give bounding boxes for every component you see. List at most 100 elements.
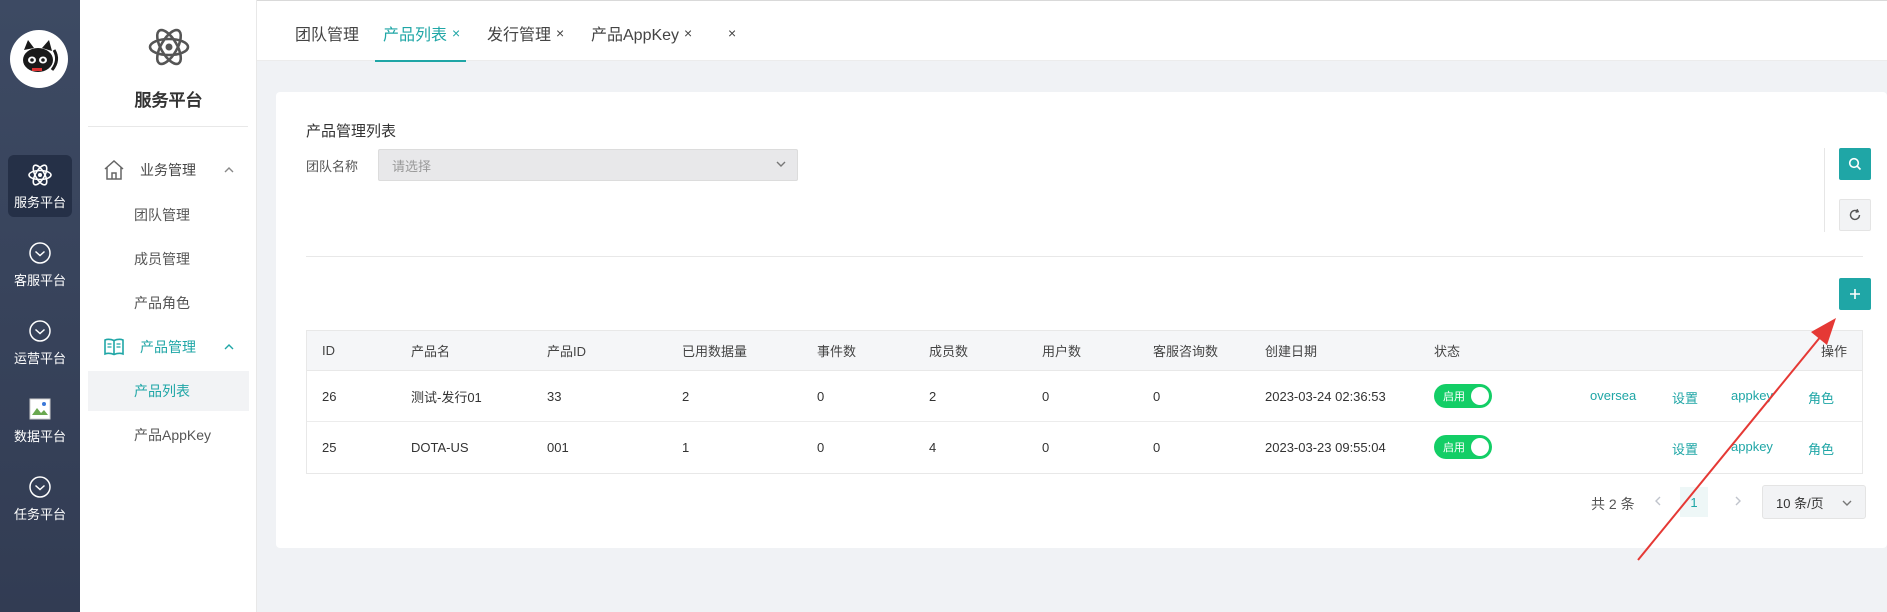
tab-team[interactable]: 团队管理 [295, 4, 359, 61]
sidebar-item-members[interactable]: 成员管理 [88, 239, 249, 279]
add-product-button[interactable] [1839, 278, 1871, 310]
rail-item-label: 运营平台 [13, 350, 66, 366]
appkey-link[interactable]: appkey [1731, 388, 1773, 403]
app-logo[interactable] [10, 30, 68, 88]
rail-item-label: 客服平台 [13, 272, 66, 288]
tab-label: 产品AppKey [591, 26, 680, 44]
cell-users: 0 [1042, 440, 1050, 455]
team-select[interactable]: 请选择 [378, 149, 798, 181]
sidebar-item-team[interactable]: 团队管理 [88, 195, 249, 235]
page-title: 产品管理列表 [306, 123, 397, 140]
column-header: 客服咨询数 [1153, 344, 1219, 359]
rail-item-label: 服务平台 [13, 194, 66, 210]
close-icon[interactable]: × [684, 25, 692, 41]
cell-members: 4 [929, 440, 937, 455]
close-icon[interactable]: × [556, 25, 564, 41]
chevron-circle-icon [27, 474, 53, 500]
oversea-link[interactable]: oversea [1590, 388, 1636, 403]
divider [1824, 148, 1825, 232]
platform-rail: 服务平台 客服平台 运营平台 数据平台 任务平台 [0, 0, 80, 612]
content-card: 产品管理列表 团队名称 请选择 ID 产品名 产品ID 已用数据量 事件数 成员… [276, 92, 1887, 548]
cell-id: 25 [322, 440, 337, 455]
rail-item-label: 任务平台 [13, 506, 66, 522]
chevron-down-icon [1841, 497, 1853, 512]
cell-product-id: 33 [547, 388, 562, 404]
settings-link[interactable]: 设置 [1672, 388, 1698, 407]
cell-used: 1 [682, 440, 690, 455]
tab-bar: 团队管理 产品列表 × 发行管理 × 产品AppKey × × [257, 4, 1887, 62]
search-button[interactable] [1839, 148, 1871, 180]
rail-item-data[interactable]: 数据平台 [8, 389, 72, 451]
toggle-knob [1471, 438, 1489, 456]
cell-events: 0 [817, 388, 825, 404]
status-toggle[interactable]: 启用 [1434, 435, 1492, 459]
tab-product-list[interactable]: 产品列表 × [374, 4, 467, 62]
appkey-link[interactable]: appkey [1731, 439, 1773, 454]
column-header: 产品名 [411, 344, 451, 359]
rail-item-tasks[interactable]: 任务平台 [8, 467, 72, 529]
refresh-button[interactable] [1839, 199, 1871, 231]
table-header: ID 产品名 产品ID 已用数据量 事件数 成员数 用户数 客服咨询数 创建日期… [307, 331, 1862, 371]
chevron-circle-icon [27, 240, 53, 266]
rail-item-service[interactable]: 服务平台 [8, 155, 72, 217]
close-icon[interactable]: × [728, 25, 736, 41]
home-icon [102, 158, 126, 182]
pagination-total: 共 2 条 [1591, 496, 1635, 512]
broken-image-icon [27, 396, 53, 422]
cell-events: 0 [817, 440, 825, 455]
tab-release[interactable]: 发行管理 × [487, 4, 564, 61]
sidebar-item-product-roles[interactable]: 产品角色 [88, 283, 249, 323]
column-header: 用户数 [1042, 344, 1082, 359]
cell-users: 0 [1042, 388, 1050, 404]
sidebar-item-product-list[interactable]: 产品列表 [88, 371, 249, 411]
page-size-label: 10 条/页 [1776, 495, 1824, 511]
column-header: 状态 [1434, 344, 1461, 359]
cell-members: 2 [929, 388, 937, 404]
page-number[interactable]: 1 [1680, 487, 1708, 517]
page-size-select[interactable]: 10 条/页 [1762, 485, 1866, 519]
column-header: 创建日期 [1265, 344, 1318, 359]
refresh-icon [1849, 208, 1861, 221]
table-row: 25 DOTA-US 001 1 0 4 0 0 2023-03-23 09:5… [307, 422, 1862, 473]
settings-link[interactable]: 设置 [1672, 439, 1698, 458]
sidebar-item-product-appkey[interactable]: 产品AppKey [88, 415, 249, 455]
cell-id: 26 [322, 388, 337, 404]
rail-item-operations[interactable]: 运营平台 [8, 311, 72, 373]
tab-label: 团队管理 [295, 26, 360, 44]
divider [88, 126, 248, 127]
column-header: 产品ID [547, 344, 587, 359]
cell-name: DOTA-US [411, 440, 469, 455]
atom-icon [27, 162, 53, 188]
sidebar: 服务平台 业务管理 团队管理 成员管理 产品角色 产品管理 产品列表 产品App… [80, 0, 257, 612]
column-header: 成员数 [929, 344, 969, 359]
rail-item-customer-service[interactable]: 客服平台 [8, 233, 72, 295]
rail-item-label: 数据平台 [13, 428, 66, 444]
search-icon [1848, 157, 1862, 171]
roles-link[interactable]: 角色 [1808, 388, 1834, 407]
cell-created: 2023-03-24 02:36:53 [1265, 388, 1386, 404]
cell-product-id: 001 [547, 440, 569, 455]
column-header: 已用数据量 [682, 344, 748, 359]
chevron-up-icon [223, 340, 235, 356]
cell-created: 2023-03-23 09:55:04 [1265, 440, 1386, 455]
filter-label: 团队名称 [306, 159, 359, 174]
tab-untitled[interactable]: × [723, 4, 736, 61]
cell-consults: 0 [1153, 388, 1161, 404]
book-icon [102, 335, 126, 359]
tab-product-appkey[interactable]: 产品AppKey × [591, 4, 692, 61]
toggle-knob [1471, 387, 1489, 405]
atom-icon [146, 24, 192, 70]
chevron-up-icon [223, 163, 235, 179]
sidebar-group-product[interactable]: 产品管理 [88, 327, 249, 367]
prev-page-button[interactable] [1653, 494, 1663, 510]
sidebar-group-business[interactable]: 业务管理 [88, 150, 249, 190]
chevron-left-icon [1655, 496, 1661, 506]
divider [306, 256, 1863, 257]
close-icon[interactable]: × [452, 25, 460, 41]
plus-icon [1850, 289, 1860, 299]
status-toggle[interactable]: 启用 [1434, 384, 1492, 408]
roles-link[interactable]: 角色 [1808, 439, 1834, 458]
toggle-label: 启用 [1443, 391, 1465, 403]
cell-name: 测试-发行01 [411, 389, 482, 405]
next-page-button[interactable] [1733, 494, 1743, 510]
